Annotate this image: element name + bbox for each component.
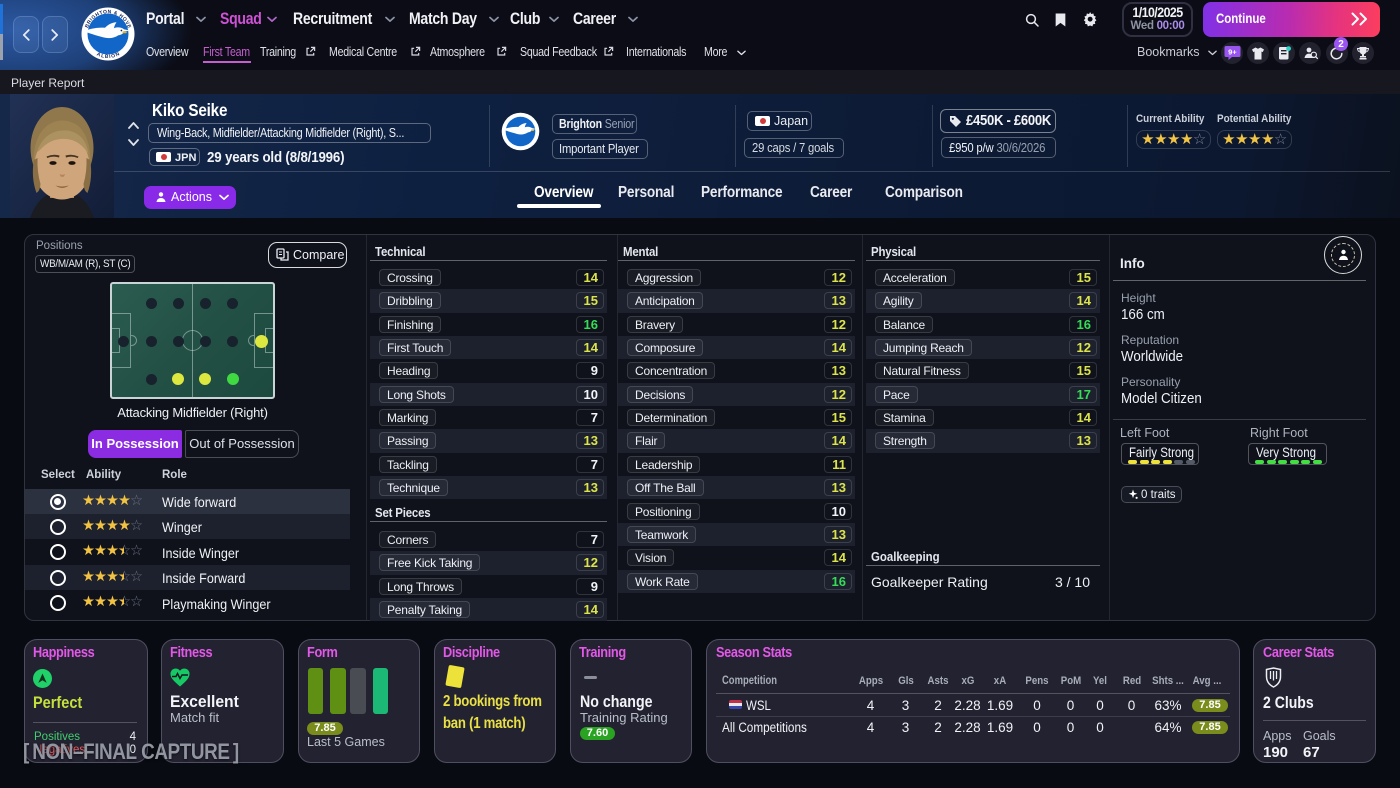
svg-text:9+: 9+ — [1228, 48, 1237, 57]
